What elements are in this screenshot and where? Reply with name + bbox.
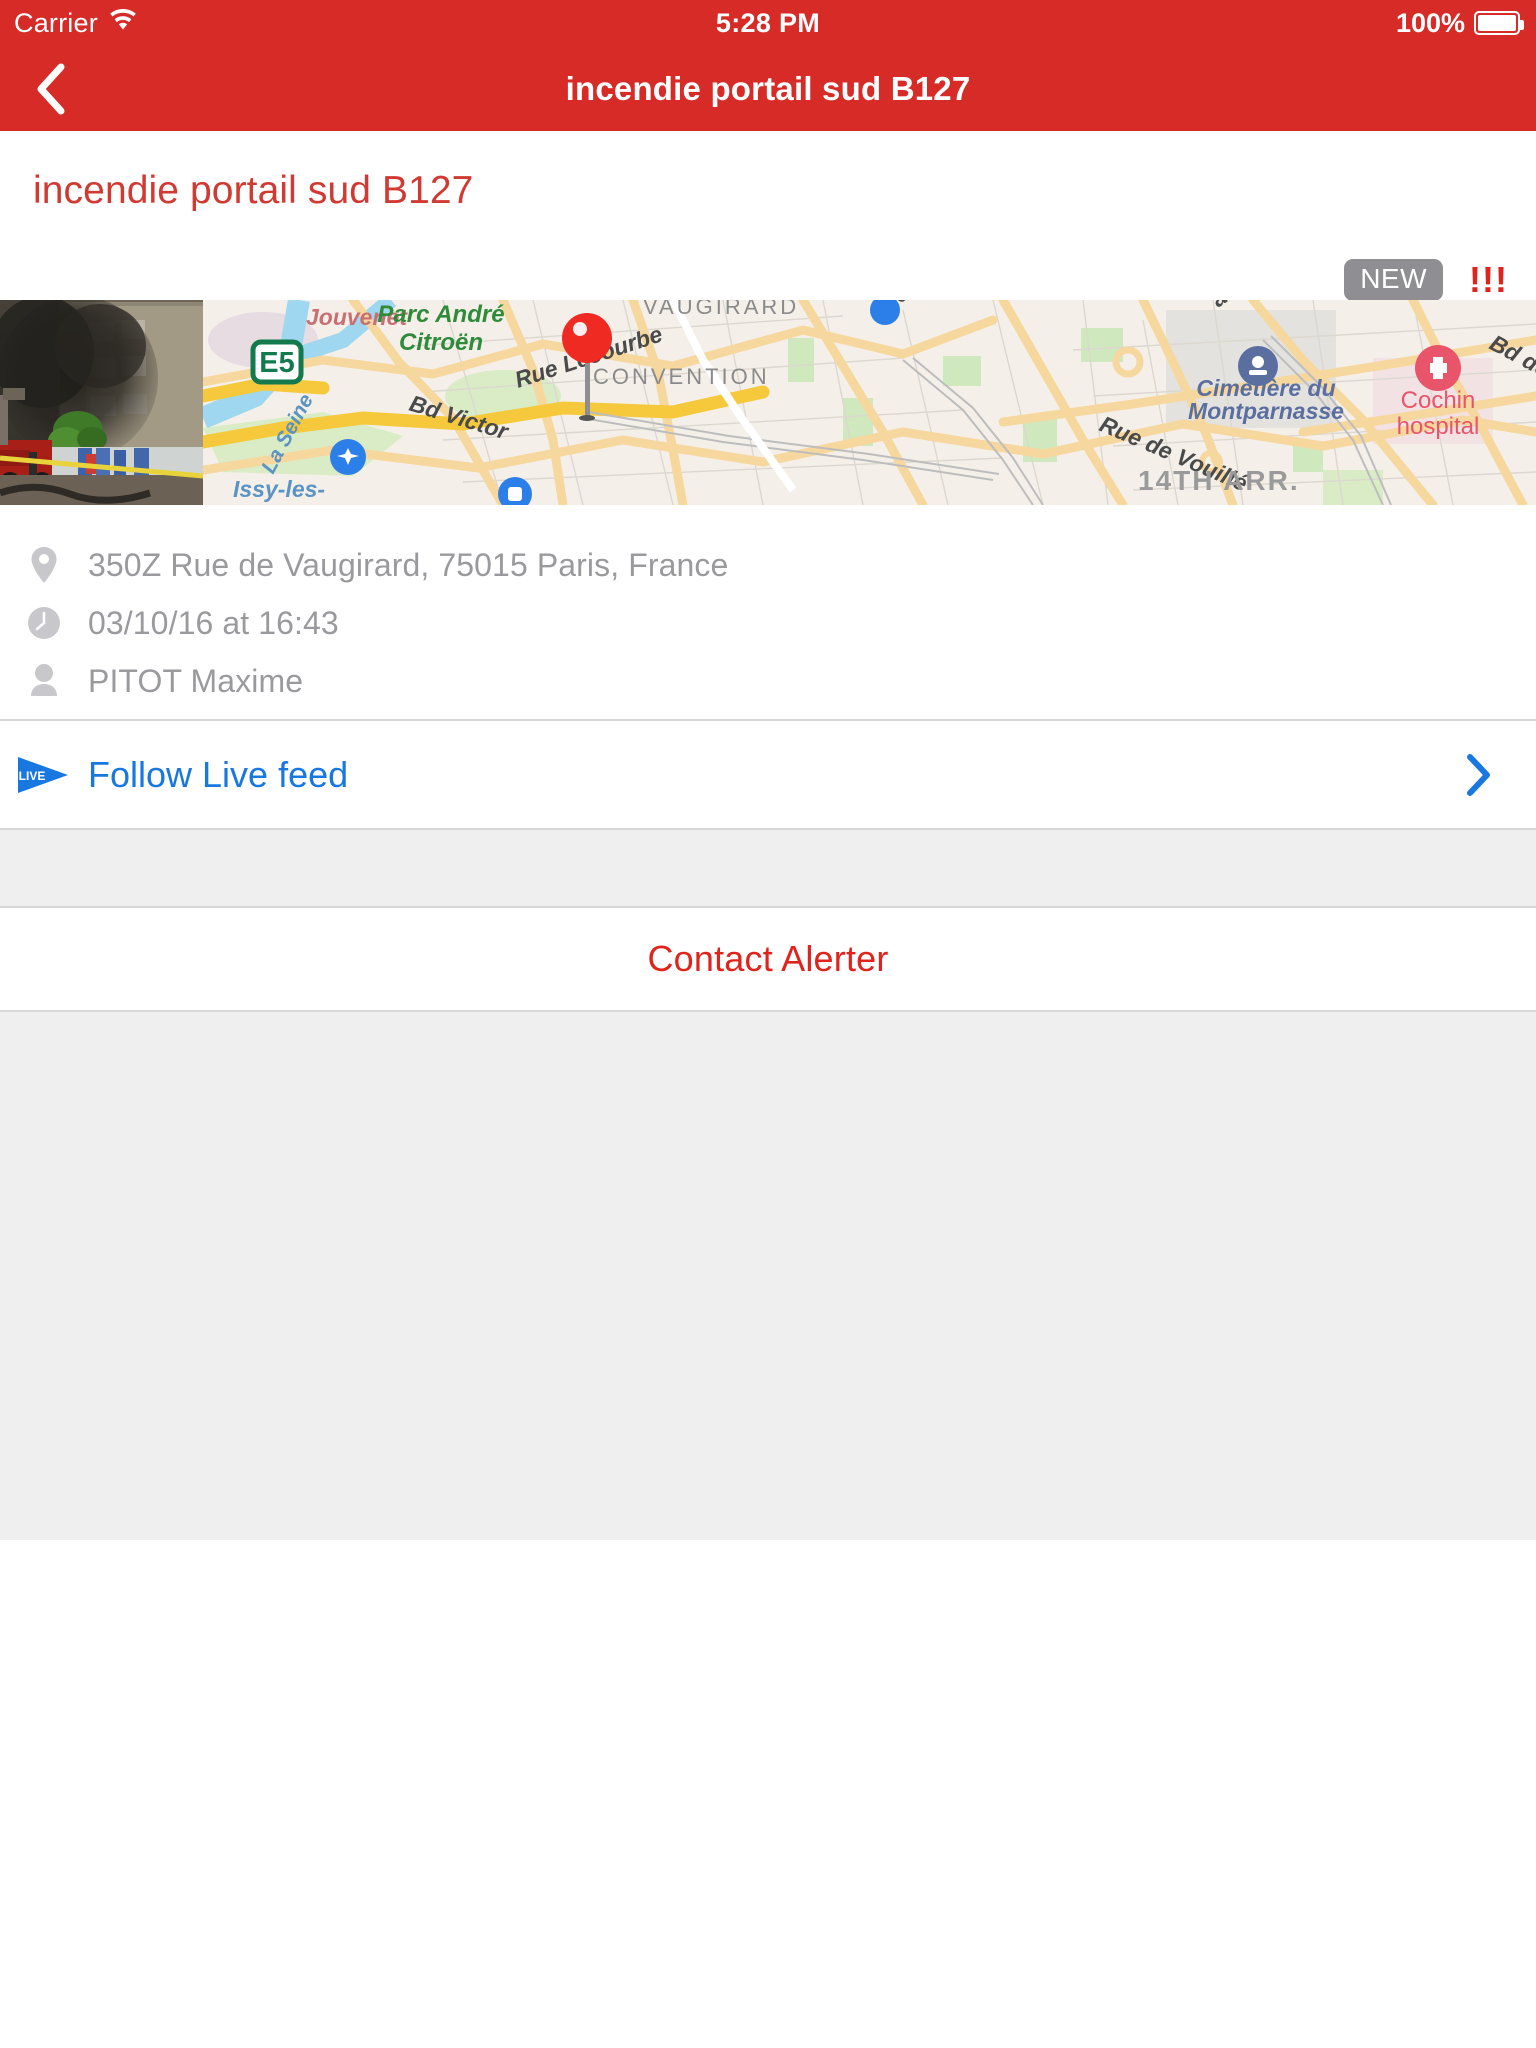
alert-title: incendie portail sud B127 bbox=[33, 169, 474, 212]
media-strip: E5 Jouvenet Parc André Citroën La Seine … bbox=[0, 300, 1536, 505]
detail-reporter-text: PITOT Maxime bbox=[88, 662, 304, 699]
location-map[interactable]: E5 Jouvenet Parc André Citroën La Seine … bbox=[203, 300, 1536, 505]
status-bar-clock: 5:28 PM bbox=[715, 7, 821, 38]
battery-full-icon bbox=[1474, 11, 1524, 35]
incident-details-section: 350Z Rue de Vaugirard, 75015 Paris, Fran… bbox=[0, 505, 1536, 719]
incident-photo[interactable] bbox=[0, 300, 203, 505]
map-pin-icon bbox=[0, 547, 88, 583]
empty-list-area bbox=[0, 1012, 1536, 1540]
svg-text:Montparnasse: Montparnasse bbox=[1188, 398, 1344, 424]
svg-text:14TH ARR.: 14TH ARR. bbox=[1138, 465, 1300, 496]
alert-header-section: incendie portail sud B127 NEW !!! bbox=[0, 131, 1536, 301]
follow-live-feed-row[interactable]: LIVE Follow Live feed bbox=[0, 721, 1536, 828]
contact-alerter-button[interactable]: Contact Alerter bbox=[0, 908, 1536, 1010]
svg-text:Issy-les-: Issy-les- bbox=[233, 476, 325, 502]
contact-alerter-label: Contact Alerter bbox=[647, 938, 889, 979]
status-badge-new: NEW bbox=[1344, 259, 1444, 301]
svg-text:hospital: hospital bbox=[1397, 413, 1480, 440]
status-bar-right: 100% bbox=[1395, 7, 1524, 39]
follow-live-feed-label: Follow Live feed bbox=[88, 753, 349, 795]
svg-text:Parc André: Parc André bbox=[377, 301, 504, 328]
priority-badge: !!! bbox=[1469, 259, 1508, 300]
app-screen: Carrier 5:28 PM 100% incendie portail su… bbox=[0, 0, 1536, 2048]
page-background-bottom bbox=[0, 1540, 1536, 2048]
svg-text:CONVENTION: CONVENTION bbox=[593, 364, 770, 389]
person-icon bbox=[0, 664, 88, 698]
section-gap bbox=[0, 830, 1536, 906]
detail-datetime-text: 03/10/16 at 16:43 bbox=[88, 604, 339, 641]
highway-shield-e5: E5 bbox=[250, 339, 304, 385]
live-play-icon: LIVE bbox=[0, 754, 88, 796]
status-bar: Carrier 5:28 PM 100% bbox=[0, 0, 1536, 46]
detail-row-reporter: PITOT Maxime bbox=[0, 652, 1536, 710]
svg-text:Citroën: Citroën bbox=[399, 329, 483, 356]
navigation-title: incendie portail sud B127 bbox=[565, 69, 971, 107]
svg-text:LIVE: LIVE bbox=[19, 769, 46, 783]
detail-address-text: 350Z Rue de Vaugirard, 75015 Paris, Fran… bbox=[88, 546, 729, 583]
svg-text:VAUGIRARD: VAUGIRARD bbox=[643, 300, 799, 319]
chevron-right-icon[interactable] bbox=[1466, 721, 1492, 828]
clock-icon bbox=[0, 606, 88, 640]
svg-text:E5: E5 bbox=[259, 347, 294, 379]
navigation-bar: incendie portail sud B127 bbox=[0, 46, 1536, 131]
detail-row-address: 350Z Rue de Vaugirard, 75015 Paris, Fran… bbox=[0, 536, 1536, 594]
svg-text:Cochin: Cochin bbox=[1401, 387, 1476, 414]
alert-status-badges: NEW !!! bbox=[1344, 259, 1516, 301]
detail-row-datetime: 03/10/16 at 16:43 bbox=[0, 594, 1536, 652]
battery-percent-label: 100% bbox=[1395, 7, 1465, 38]
